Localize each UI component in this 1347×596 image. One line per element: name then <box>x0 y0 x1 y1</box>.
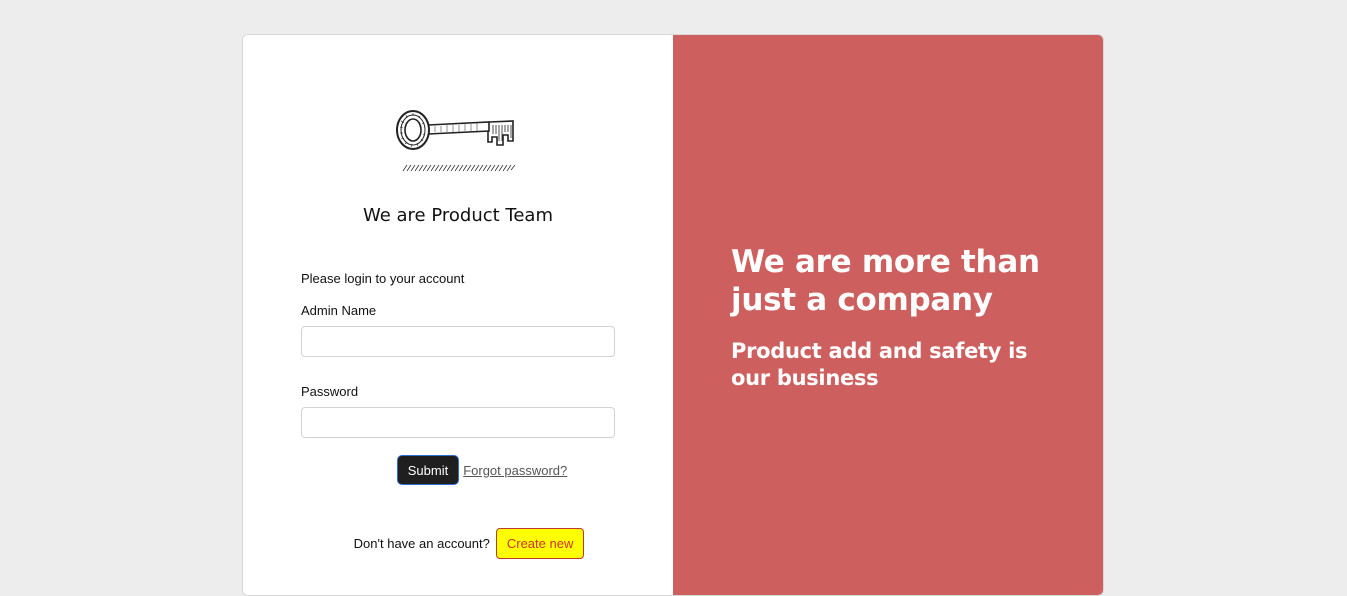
login-actions: Submit Forgot password? <box>243 455 673 485</box>
hero-subline: Product add and safety is our business <box>731 339 1028 390</box>
create-new-button[interactable]: Create new <box>495 527 585 559</box>
password-input[interactable] <box>301 407 615 438</box>
admin-name-input[interactable] <box>301 326 615 357</box>
hero-panel: We are more than just a company Product … <box>673 35 1103 595</box>
admin-name-label: Admin Name <box>301 303 377 318</box>
login-form: Please login to your account Admin Name … <box>301 270 615 438</box>
signup-row: Don't have an account? Create new <box>243 527 673 559</box>
submit-button[interactable]: Submit <box>396 455 460 485</box>
login-card: We are Product Team Please login to your… <box>242 34 1104 596</box>
key-icon <box>396 110 516 172</box>
login-prompt: Please login to your account <box>301 271 465 286</box>
signup-text: Don't have an account? <box>353 535 490 551</box>
team-title: We are Product Team <box>362 205 553 226</box>
login-panel: We are Product Team Please login to your… <box>243 35 673 595</box>
password-label: Password <box>301 384 359 399</box>
hero-headline: We are more than just a company <box>731 244 1040 318</box>
forgot-password-link[interactable]: Forgot password? <box>463 463 567 478</box>
